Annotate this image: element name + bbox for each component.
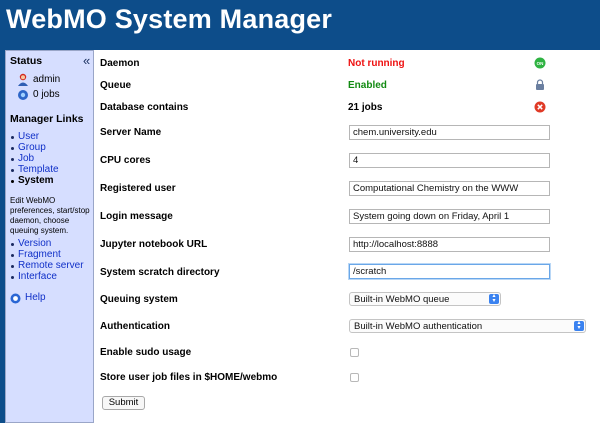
- bullet: [11, 276, 14, 279]
- bullet: [11, 136, 14, 139]
- scratch-dir-label: System scratch directory: [100, 267, 220, 278]
- bullet: [11, 243, 14, 246]
- status-jobs: 0 jobs: [33, 89, 60, 100]
- sudo-checkbox[interactable]: [350, 348, 359, 357]
- jupyter-url-input[interactable]: [349, 237, 550, 252]
- sidebar-link-job[interactable]: Job: [18, 153, 34, 164]
- daemon-status: Not running: [348, 58, 405, 69]
- chevron-updown-icon: ▴ ▾: [489, 293, 499, 304]
- lock-icon[interactable]: [534, 79, 546, 91]
- scratch-dir-input[interactable]: [349, 264, 550, 279]
- status-user: admin: [33, 74, 61, 85]
- home-storage-label: Store user job files in $HOME/webmo: [100, 372, 278, 383]
- status-heading: Status: [10, 55, 43, 67]
- server-name-label: Server Name: [100, 127, 162, 138]
- sidebar-link-fragment[interactable]: Fragment: [18, 249, 61, 260]
- registered-user-input[interactable]: [349, 181, 550, 196]
- home-storage-checkbox[interactable]: [350, 373, 359, 382]
- sidebar-link-version[interactable]: Version: [18, 238, 51, 249]
- sidebar-link-group[interactable]: Group: [18, 142, 46, 153]
- queuing-system-label: Queuing system: [100, 294, 178, 305]
- bullet: [11, 180, 14, 183]
- bullet: [11, 254, 14, 257]
- sudo-label: Enable sudo usage: [100, 347, 192, 358]
- sidebar-link-user[interactable]: User: [18, 131, 39, 142]
- queue-status: Enabled: [348, 80, 387, 91]
- help-icon[interactable]: [10, 293, 21, 304]
- sidebar-link-template[interactable]: Template: [18, 164, 59, 175]
- bullet: [11, 158, 14, 161]
- collapse-sidebar-icon[interactable]: «: [83, 53, 90, 68]
- bullet: [11, 265, 14, 268]
- authentication-label: Authentication: [100, 321, 170, 332]
- svg-text:ON: ON: [537, 61, 544, 66]
- queue-label: Queue: [100, 80, 132, 91]
- main-panel: Daemon Not running ON Queue Enabled Data…: [94, 50, 600, 423]
- login-message-input[interactable]: [349, 209, 550, 224]
- queuing-system-value: Built-in WebMO queue: [354, 294, 450, 305]
- jupyter-url-label: Jupyter notebook URL: [100, 239, 208, 250]
- login-message-label: Login message: [100, 211, 173, 222]
- authentication-select[interactable]: Built-in WebMO authentication ▴ ▾: [349, 319, 586, 333]
- app-title: WebMO System Manager: [6, 4, 333, 34]
- system-description: Edit WebMO preferences, start/stop daemo…: [10, 196, 90, 235]
- submit-button[interactable]: Submit: [102, 396, 145, 410]
- database-count: 21 jobs: [348, 102, 383, 113]
- start-icon[interactable]: ON: [534, 57, 546, 69]
- manager-links-heading: Manager Links: [10, 113, 84, 125]
- jobs-icon: [18, 90, 28, 100]
- registered-user-label: Registered user: [100, 183, 176, 194]
- bullet: [11, 169, 14, 172]
- delete-icon[interactable]: [534, 101, 546, 113]
- bullet: [11, 147, 14, 150]
- cpu-cores-label: CPU cores: [100, 155, 151, 166]
- daemon-label: Daemon: [100, 58, 140, 69]
- database-label: Database contains: [100, 102, 189, 113]
- user-icon: [18, 73, 28, 86]
- sidebar-item-system-current: System: [18, 175, 54, 186]
- cpu-cores-input[interactable]: [349, 153, 550, 168]
- sidebar-link-remote-server[interactable]: Remote server: [18, 260, 84, 271]
- app-header: WebMO System Manager: [0, 0, 600, 44]
- server-name-input[interactable]: [349, 125, 550, 140]
- queuing-system-select[interactable]: Built-in WebMO queue ▴ ▾: [349, 292, 501, 306]
- sidebar-link-interface[interactable]: Interface: [18, 271, 57, 282]
- chevron-updown-icon: ▴ ▾: [574, 320, 584, 331]
- sidebar-link-help[interactable]: Help: [25, 292, 46, 303]
- authentication-value: Built-in WebMO authentication: [354, 321, 483, 332]
- sidebar: Status « admin 0 jobs Manager Links User…: [5, 50, 94, 423]
